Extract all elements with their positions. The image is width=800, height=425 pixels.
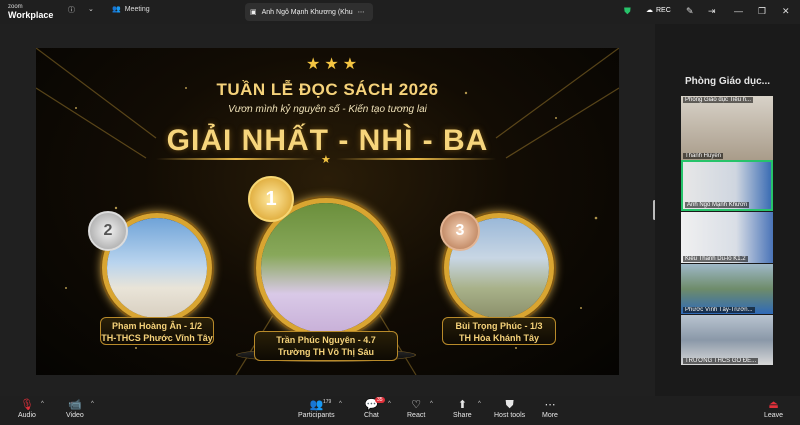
video-button[interactable]: 📹 Video: [66, 398, 84, 419]
security-shield-icon[interactable]: ⛊: [624, 6, 631, 17]
shared-screen-area: ★★★ TUẦN LỄ ĐỌC SÁCH 2026 Vươn mình kỷ n…: [0, 24, 655, 396]
meeting-info-icon[interactable]: ⓘ: [68, 5, 75, 15]
tile-caption: Thanh Huyền: [683, 153, 724, 159]
winner-name: Trần Phúc Nguyên - 4.7: [276, 335, 376, 345]
divider-left: [156, 158, 316, 160]
cloud-icon: ☁: [646, 7, 653, 14]
video-tile[interactable]: TRƯỜNG THCS GÒ ĐE...: [681, 315, 773, 365]
slide-title: TUẦN LỄ ĐỌC SÁCH 2026: [216, 80, 439, 99]
participant-video-panel: Phòng Giáo dục... Phòng Giáo dục Tiểu h.…: [655, 24, 800, 396]
shield-icon: ⛊: [505, 399, 514, 411]
second-place-plate: Phạm Hoàng Ân - 1/2 TH-THCS Phước Vĩnh T…: [100, 317, 214, 345]
more-icon: ⋯: [544, 399, 556, 411]
video-tile-active-speaker[interactable]: Anh Ngô Mạnh Khươn: [681, 160, 773, 211]
chat-options-chevron-icon[interactable]: ^: [388, 401, 391, 407]
close-icon[interactable]: ✕: [782, 6, 790, 17]
tile-caption: Kiều Thanh Dũ-lò K1.2: [683, 256, 748, 262]
panel-title: Phòng Giáo dục...: [685, 76, 770, 87]
top-bar: zoom Workplace ⓘ ⌄ 👥 Meeting ▣ Anh Ngô M…: [0, 0, 800, 24]
first-place-plate: Trần Phúc Nguyên - 4.7 Trường TH Võ Thị …: [254, 331, 398, 361]
winner-school: Trường TH Võ Thị Sáu: [278, 347, 374, 357]
restore-icon[interactable]: ❐: [758, 6, 766, 17]
minimize-icon[interactable]: —: [734, 6, 743, 16]
audio-button[interactable]: 🎙 Audio: [18, 398, 36, 419]
tile-caption: TRƯỜNG THCS GÒ ĐE...: [683, 358, 759, 364]
zoom-logo: zoom Workplace: [8, 4, 54, 20]
chat-unread-badge: 35: [375, 397, 385, 403]
meeting-toolbar: 🎙 Audio ^ 📹 Video ^ 👥 Participants 179 ^…: [0, 396, 800, 425]
video-tile[interactable]: Phòng Giáo dục Tiểu h... Thanh Huyền: [681, 96, 773, 160]
divider-star-icon: ★: [321, 154, 331, 166]
video-tile[interactable]: Kiều Thanh Dũ-lò K1.2: [681, 212, 773, 263]
react-button[interactable]: ♡ React: [407, 398, 425, 419]
gold-medal-icon: 1: [248, 176, 294, 222]
microphone-muted-icon: 🎙: [19, 399, 34, 411]
winner-school: TH Hòa Khánh Tây: [458, 333, 539, 343]
share-screen-icon: ▣: [250, 9, 257, 16]
people-icon: 👥: [112, 6, 121, 13]
tile-caption: Phước Vĩnh Tây-Trườn...: [683, 307, 755, 313]
screen-share-indicator[interactable]: ▣ Anh Ngô Mạnh Khương (Khu ⋯: [245, 3, 373, 21]
student-photo: [261, 203, 391, 333]
annotate-icon[interactable]: ✎: [686, 6, 694, 17]
recording-indicator[interactable]: ☁ REC: [646, 6, 671, 15]
participants-icon: 👥: [309, 399, 324, 411]
tile-caption: Phòng Giáo dục Tiểu h...: [683, 97, 754, 103]
leave-button[interactable]: ⏏ Leave: [764, 398, 783, 419]
share-options-chevron-icon[interactable]: ^: [478, 401, 481, 407]
exit-full-screen-icon[interactable]: ⇥: [708, 6, 716, 17]
leave-icon: ⏏: [768, 399, 779, 411]
divider-right: [336, 158, 496, 160]
react-options-chevron-icon[interactable]: ^: [430, 401, 433, 407]
video-off-icon: 📹: [68, 399, 82, 411]
silver-medal-icon: 2: [88, 211, 128, 251]
host-tools-button[interactable]: ⛊ Host tools: [494, 398, 525, 419]
tile-caption: Anh Ngô Mạnh Khươn: [685, 202, 750, 208]
bronze-medal-icon: 3: [440, 211, 480, 251]
third-place-plate: Bùi Trọng Phúc - 1/3 TH Hòa Khánh Tây: [442, 317, 556, 345]
video-options-chevron-icon[interactable]: ^: [91, 401, 94, 407]
award-slide: ★★★ TUẦN LỄ ĐỌC SÁCH 2026 Vươn mình kỷ n…: [36, 48, 619, 375]
audio-options-chevron-icon[interactable]: ^: [41, 401, 44, 407]
stars-decoration: ★★★: [306, 56, 362, 73]
share-button[interactable]: ⬆ Share: [453, 398, 472, 419]
heart-icon: ♡: [411, 399, 422, 411]
slide-subtitle: Vươn mình kỷ nguyên số - Kiến tạo tương …: [228, 104, 427, 115]
chevron-down-icon[interactable]: ⌄: [88, 5, 94, 13]
more-options-icon[interactable]: ⋯: [358, 8, 365, 16]
participants-options-chevron-icon[interactable]: ^: [339, 401, 342, 407]
video-tile[interactable]: Phước Vĩnh Tây-Trườn...: [681, 264, 773, 314]
winner-name: Bùi Trọng Phúc - 1/3: [455, 321, 543, 331]
participant-count: 179: [323, 399, 332, 405]
winner-school: TH-THCS Phước Vĩnh Tây: [101, 333, 213, 343]
more-button[interactable]: ⋯ More: [542, 398, 558, 419]
meeting-button[interactable]: 👥 Meeting: [112, 5, 150, 14]
share-screen-icon: ⬆: [457, 399, 467, 411]
winner-name: Phạm Hoàng Ân - 1/2: [111, 321, 202, 331]
